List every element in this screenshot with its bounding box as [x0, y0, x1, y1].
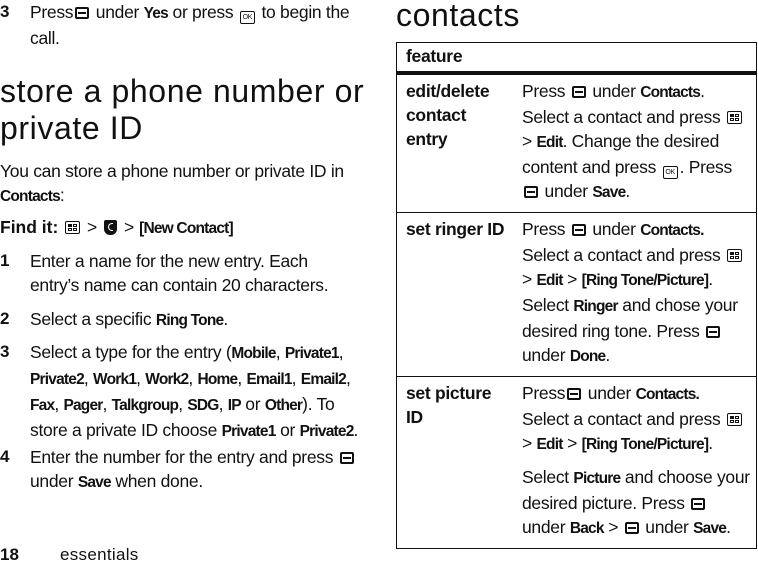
entry-type-keyword: Work2	[145, 371, 189, 388]
keyword: Contacts	[640, 84, 701, 101]
feature-description: Press under Contacts. Select a contact a…	[516, 73, 757, 213]
feature-name: edit/delete contact entry	[406, 81, 490, 149]
keyword: Other	[264, 397, 303, 414]
keyword: Save	[693, 520, 727, 537]
step-text: Select a type for the entry (Mobile, Pri…	[30, 342, 359, 440]
table-row: set ringer ID Press under Contacts. Sele…	[396, 212, 757, 377]
soft-key-icon	[75, 7, 90, 19]
keyword: Save	[592, 184, 626, 201]
step-number: 2	[0, 309, 10, 328]
soft-key-icon	[691, 498, 706, 510]
soft-key-icon	[339, 452, 354, 464]
keyword: [Ring Tone/Picture]	[581, 272, 709, 289]
feature-description: Press under Contacts. Select a contact a…	[516, 212, 757, 377]
table-header-row: feature	[396, 42, 757, 75]
ok-key-icon: OK	[239, 11, 255, 24]
keyword: [Ring Tone/Picture]	[581, 436, 709, 453]
section-name: essentials	[60, 545, 139, 564]
soft-key-icon	[571, 86, 586, 98]
entry-type-keyword: Fax	[30, 397, 55, 414]
step-text: Select a specific Ring Tone.	[30, 309, 228, 329]
page-footer: 18 essentials	[0, 545, 138, 565]
keyword: Ringer	[573, 298, 618, 315]
keyword: Yes	[143, 5, 169, 22]
keyword: Edit	[536, 134, 563, 151]
entry-type-keyword: Work1	[93, 371, 137, 388]
entry-type-keyword: Talkgroup	[111, 397, 179, 414]
keyword: Contacts.	[635, 386, 700, 403]
entry-type-keyword: SDG	[187, 397, 219, 414]
entry-type-keyword: Home	[197, 371, 238, 388]
contacts-heading: contacts	[396, 0, 520, 33]
keyword: Contacts.	[640, 222, 704, 239]
table-row: set picture ID Press under Contacts. Sel…	[396, 376, 757, 549]
step-number: 4	[0, 447, 10, 466]
entry-type-keyword: Private2	[30, 371, 85, 388]
feature-description: Press under Contacts. Select a contact a…	[516, 376, 757, 549]
soft-key-icon	[706, 326, 721, 338]
keyword: Private2	[299, 423, 355, 440]
entry-type-keyword: Email2	[300, 371, 347, 388]
keyword: Edit	[536, 272, 563, 289]
keyword: Private1	[221, 423, 277, 440]
menu-key-icon	[727, 249, 742, 262]
entry-type-keyword: Pager	[63, 397, 103, 414]
menu-key-icon	[727, 413, 742, 426]
feature-name: set picture ID	[396, 376, 516, 549]
soft-key-icon	[624, 522, 639, 534]
step-4: 4 Enter the number for the entry and pre…	[0, 445, 360, 495]
step-3: 3 Select a type for the entry (Mobile, P…	[0, 340, 360, 444]
page-number: 18	[0, 545, 19, 564]
soft-key-icon	[567, 388, 582, 400]
feature-column-header: feature	[396, 42, 757, 75]
entry-type-keyword: Private1	[284, 345, 340, 362]
feature-name: set ringer ID	[396, 212, 516, 377]
step-2: 2 Select a specific Ring Tone.	[0, 307, 360, 333]
table-row: edit/delete contact entry Press under Co…	[397, 73, 757, 213]
menu-target: [New Contact]	[139, 220, 234, 237]
keyword: Contacts	[0, 188, 61, 205]
keyword: Save	[77, 474, 112, 491]
find-it-label: Find it:	[0, 217, 59, 237]
soft-key-icon	[571, 224, 586, 236]
keyword: Ring Tone	[155, 312, 224, 329]
keyword: Back	[569, 520, 605, 537]
section-heading: store a phone number or private ID	[0, 73, 365, 146]
step-text: Enter the number for the entry and press…	[30, 445, 360, 495]
contacts-icon	[104, 220, 118, 235]
step-number: 1	[0, 251, 10, 270]
find-it-path: Find it: > > [New Contact]	[0, 217, 234, 237]
step-number: 3	[0, 342, 10, 361]
feature-table: feature edit/delete contact entry Press …	[396, 42, 757, 549]
step-text: Press under Yes or press OK to begin the…	[30, 2, 350, 48]
soft-key-icon	[524, 186, 538, 198]
entry-type-keyword: Email1	[246, 371, 292, 388]
intro-paragraph: You can store a phone number or private …	[0, 161, 344, 205]
keyword: Done	[569, 348, 606, 365]
step-number: 3	[0, 2, 10, 21]
step-text: Enter a name for the new entry. Each ent…	[30, 251, 329, 295]
step-3-begin-call: 3 Press under Yes or press OK to begin t…	[0, 0, 360, 50]
entry-type-keyword: Mobile	[231, 345, 276, 362]
keyword: Edit	[536, 436, 563, 453]
step-1: 1 Enter a name for the new entry. Each e…	[0, 249, 360, 297]
ok-key-icon: OK	[662, 166, 678, 179]
menu-key-icon	[65, 221, 81, 234]
entry-type-keyword: IP	[227, 397, 242, 414]
menu-key-icon	[727, 111, 742, 124]
keyword: Picture	[573, 470, 621, 487]
